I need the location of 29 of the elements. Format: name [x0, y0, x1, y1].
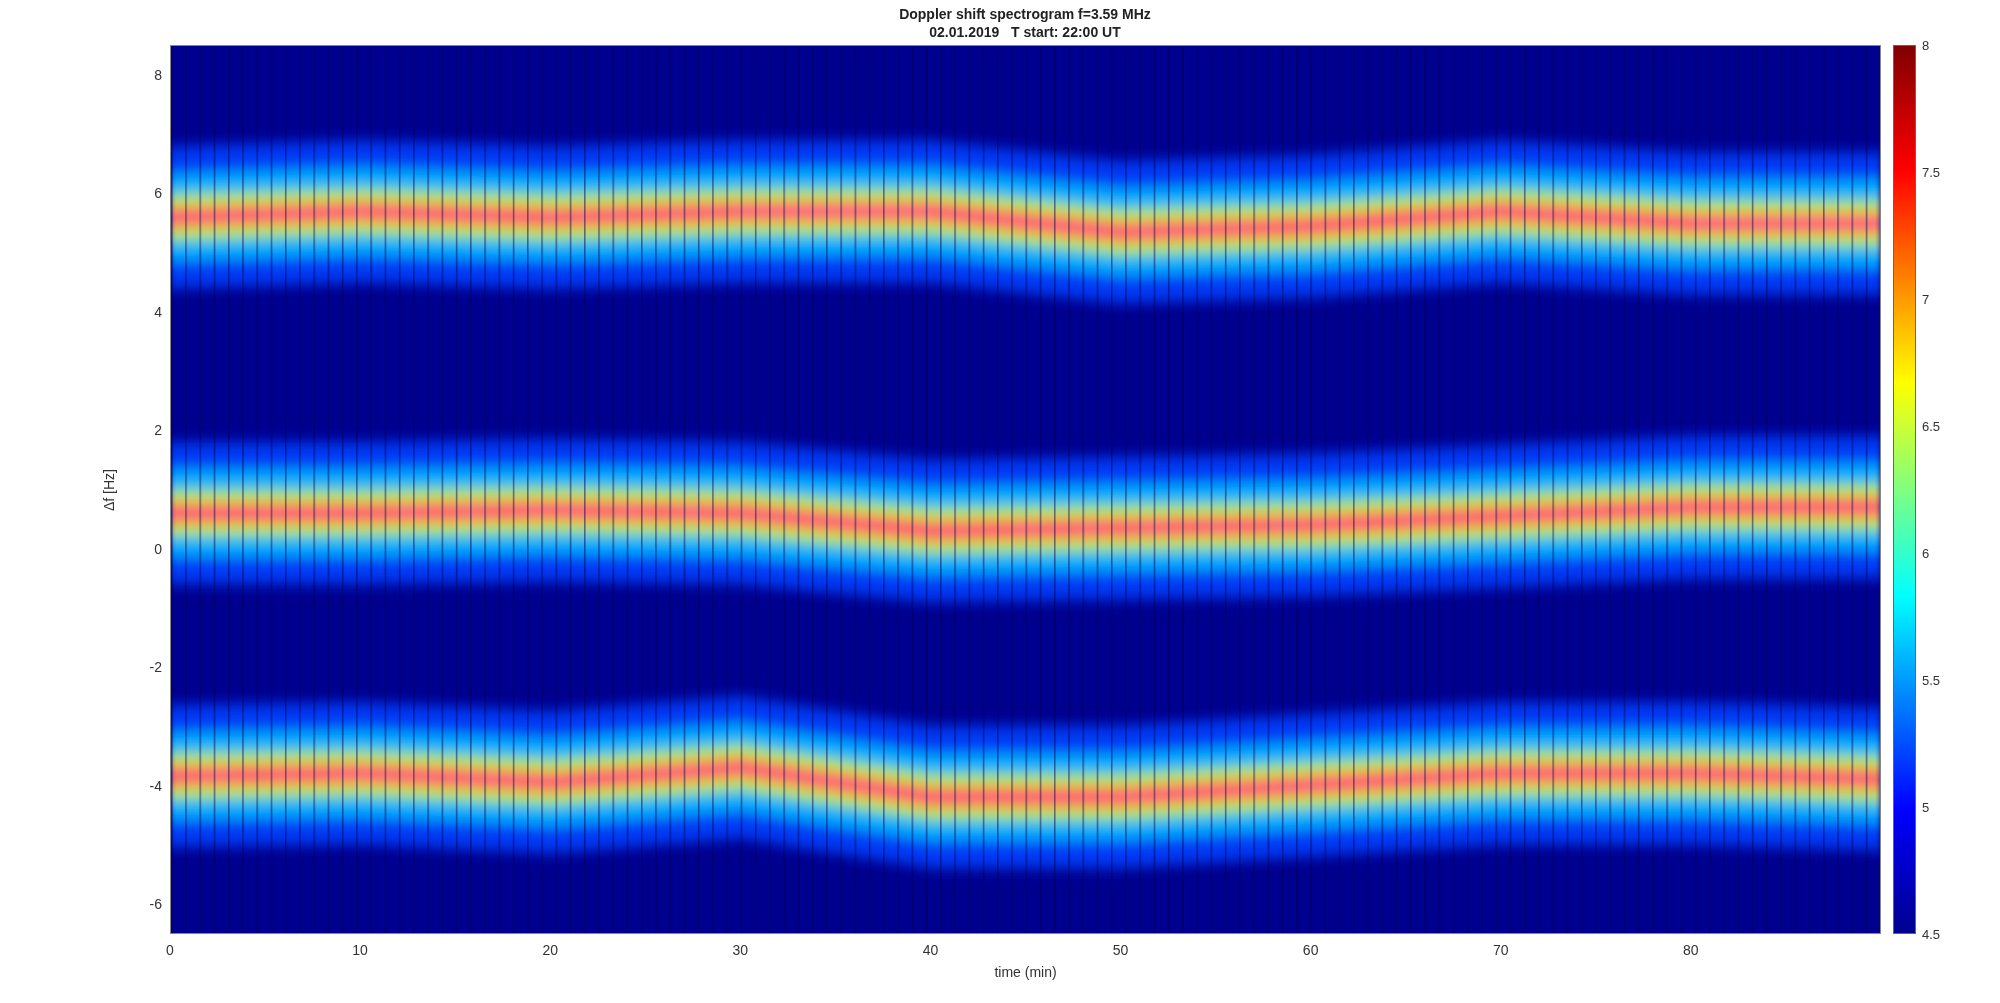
tick-label: 20	[542, 942, 558, 958]
colorbar-tick-label: 5	[1922, 799, 1930, 815]
tick-label: 10	[352, 942, 368, 958]
tick-label: 4	[154, 303, 162, 320]
chart-title: Doppler shift spectrogram f=3.59 MHz	[899, 4, 1151, 23]
colorbar-tick-label: 4.5	[1922, 926, 1941, 942]
tick-label: 30	[732, 942, 749, 958]
tick-label: 6	[154, 185, 162, 202]
tick-label: 2	[154, 422, 162, 439]
colorbar-tick-label: 7.5	[1922, 164, 1941, 180]
tick-label: 80	[1683, 942, 1699, 958]
tick-label: 50	[1112, 942, 1129, 958]
tick-label: 0	[166, 942, 174, 958]
tick-label: -2	[149, 659, 162, 676]
colorbar-tick-label: 8	[1922, 37, 1930, 53]
colorbar-tick-label: 6.5	[1922, 418, 1941, 434]
tick-label: 0	[154, 540, 162, 557]
colorbar-tick-label: 6	[1922, 545, 1930, 561]
tick-label: 70	[1493, 942, 1509, 958]
colorbar-tick-label: 5.5	[1922, 672, 1941, 688]
y-axis-label: Δf [Hz]	[101, 468, 117, 511]
tick-label: 40	[922, 942, 939, 958]
x-axis-label: time (min)	[994, 964, 1057, 980]
tick-label: -4	[149, 777, 162, 794]
colorbar-tick-label: 7	[1922, 291, 1930, 307]
chart-subtitle: 02.01.2019 T start: 22:00 UT	[929, 22, 1121, 41]
tick-label: -6	[149, 896, 162, 913]
tick-label: 60	[1302, 942, 1319, 958]
tick-label: 8	[154, 66, 162, 83]
